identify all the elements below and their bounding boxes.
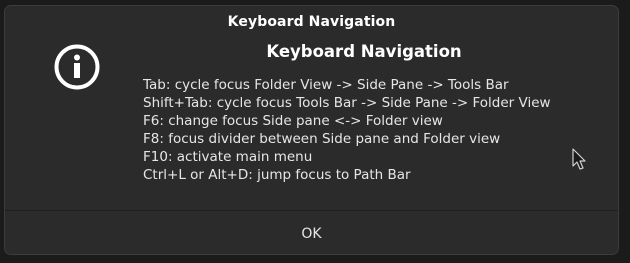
shortcut-line: Tab: cycle focus Folder View -> Side Pan… xyxy=(143,77,509,93)
info-icon xyxy=(54,44,100,90)
dialog-titlebar[interactable]: Keyboard Navigation xyxy=(5,6,618,38)
mouse-pointer-icon xyxy=(572,148,586,170)
shortcut-line: Shift+Tab: cycle focus Tools Bar -> Side… xyxy=(143,95,551,111)
shortcut-list: Tab: cycle focus Folder View -> Side Pan… xyxy=(143,76,551,184)
shortcut-line: F6: change focus Side pane <-> Folder vi… xyxy=(143,113,443,129)
shortcut-line: F10: activate main menu xyxy=(143,149,313,165)
dialog-heading: Keyboard Navigation xyxy=(266,42,462,61)
ok-button[interactable]: OK xyxy=(5,211,618,254)
shortcut-line: F8: focus divider between Side pane and … xyxy=(143,131,501,147)
shortcut-line: Ctrl+L or Alt+D: jump focus to Path Bar xyxy=(143,167,411,183)
window-title: Keyboard Navigation xyxy=(227,14,396,30)
keyboard-navigation-dialog: Keyboard Navigation Keyboard Navigation … xyxy=(4,5,619,255)
